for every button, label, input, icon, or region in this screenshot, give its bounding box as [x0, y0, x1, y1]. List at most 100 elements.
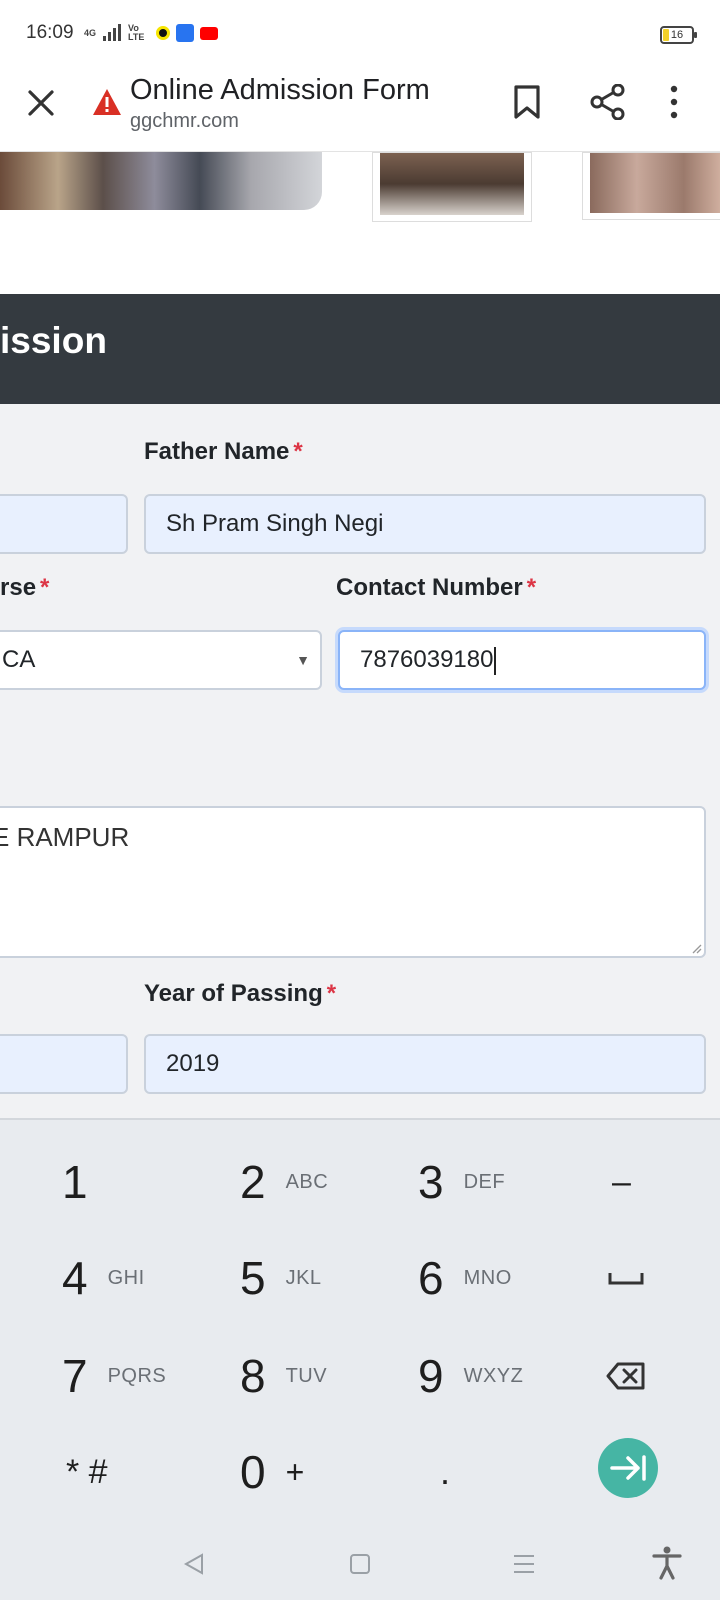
key-digit: 8 [240, 1350, 266, 1402]
key-period[interactable]: . [440, 1424, 450, 1520]
father-name-label: Father Name * [144, 438, 303, 466]
left-name-input[interactable] [0, 494, 128, 554]
portrait-photo [380, 153, 524, 215]
father-name-label-text: Father Name [144, 438, 290, 465]
contact-number-value: 7876039180 [360, 646, 494, 673]
key-space[interactable] [608, 1230, 644, 1326]
network-indicators: 4G Vo LTE [84, 23, 219, 42]
portrait-photo [590, 153, 720, 213]
group-photo [0, 152, 322, 210]
key-1[interactable]: 1 [62, 1134, 88, 1230]
portrait-photo-frame [372, 152, 532, 222]
numeric-keyboard: 1 2 ABC 3 DEF – 4 GHI 5 JKL 6 MNO 7 PQRS 8 TUV … [0, 1118, 720, 1528]
address-textarea[interactable]: E RAMPUR [0, 806, 706, 958]
address-value: E RAMPUR [0, 822, 130, 852]
key-letters: PQRS [107, 1364, 167, 1387]
status-time: 16:09 [26, 22, 74, 43]
year-of-passing-label-text: Year of Passing [144, 980, 323, 1007]
section-banner: ission [0, 294, 720, 404]
space-icon [608, 1273, 644, 1285]
key-digit: 4 [62, 1252, 88, 1304]
key-letters: MNO [463, 1266, 512, 1289]
year-of-passing-label: Year of Passing * [144, 980, 336, 1008]
left-partial-input[interactable] [0, 1034, 128, 1094]
key-digit: 3 [418, 1156, 444, 1208]
next-key[interactable] [598, 1438, 658, 1498]
warning-icon[interactable] [92, 88, 122, 116]
signal-icon [103, 24, 122, 41]
accessibility-icon[interactable] [652, 1546, 682, 1580]
youtube-app-icon [200, 26, 219, 40]
key-9[interactable]: 9 WXYZ [418, 1328, 523, 1424]
portrait-photo-frame [582, 152, 720, 220]
dash-symbol: – [612, 1162, 631, 1201]
key-0[interactable]: 0 + [240, 1424, 305, 1520]
key-3[interactable]: 3 DEF [418, 1134, 505, 1230]
key-digit: 0 [240, 1446, 266, 1498]
key-digit: 6 [418, 1252, 444, 1304]
key-letters: + [285, 1453, 305, 1490]
key-7[interactable]: 7 PQRS [62, 1328, 166, 1424]
required-mark: * [40, 574, 50, 601]
key-backspace[interactable] [606, 1328, 646, 1424]
home-nav-icon[interactable] [349, 1553, 371, 1575]
key-5[interactable]: 5 JKL [240, 1230, 322, 1326]
key-letters: TUV [285, 1364, 328, 1387]
volte-label: Vo LTE [128, 23, 145, 42]
required-mark: * [326, 980, 337, 1007]
browser-toolbar: Online Admission Form ggchmr.com [0, 70, 720, 152]
course-select[interactable]: CA ▼ [0, 630, 322, 690]
banner-heading: ission [0, 320, 107, 361]
year-of-passing-input[interactable]: 2019 [144, 1034, 706, 1094]
admission-form: Father Name * Sh Pram Singh Negi rse * CA … [0, 404, 720, 1118]
contact-number-label-text: Contact Number [336, 574, 523, 601]
course-value: CA [2, 646, 36, 673]
battery-level: 16 [670, 29, 684, 41]
snapchat-app-icon [156, 26, 171, 40]
screen: 16:09 4G Vo LTE 16 Online Admission Form… [0, 0, 720, 1600]
back-nav-icon[interactable] [182, 1552, 206, 1576]
father-name-value: Sh Pram Singh Negi [166, 510, 384, 537]
key-letters: WXYZ [463, 1364, 524, 1387]
recents-nav-icon[interactable] [512, 1553, 536, 1575]
key-digit: 7 [62, 1350, 88, 1402]
father-name-input[interactable]: Sh Pram Singh Negi [144, 494, 706, 554]
required-mark: * [526, 574, 537, 601]
key-6[interactable]: 6 MNO [418, 1230, 512, 1326]
navigation-bar [0, 1528, 720, 1600]
key-2[interactable]: 2 ABC [240, 1134, 328, 1230]
share-icon[interactable] [590, 84, 626, 120]
page-domain: ggchmr.com [130, 110, 239, 132]
backspace-icon [606, 1362, 645, 1390]
course-label: rse * [0, 574, 49, 602]
key-digit: 5 [240, 1252, 266, 1304]
course-label-text: rse [0, 574, 37, 601]
key-dash[interactable]: – [612, 1134, 631, 1230]
key-8[interactable]: 8 TUV [240, 1328, 327, 1424]
contact-number-input[interactable]: 7876039180 [338, 630, 706, 690]
status-bar: 16:09 4G Vo LTE 16 [0, 0, 720, 70]
key-letters: DEF [463, 1170, 506, 1193]
photo-strip [0, 152, 720, 292]
key-letters: JKL [285, 1266, 322, 1289]
key-digit: 1 [62, 1156, 88, 1208]
key-star-hash[interactable]: * # [66, 1424, 108, 1520]
year-of-passing-value: 2019 [166, 1050, 220, 1077]
close-icon[interactable] [24, 86, 58, 120]
resize-handle-icon[interactable] [690, 942, 702, 954]
key-digit: . [440, 1451, 451, 1492]
required-mark: * [293, 438, 303, 465]
flipkart-app-icon [176, 24, 195, 42]
network-4g-label: 4G [84, 28, 97, 38]
key-digit: 2 [240, 1156, 266, 1208]
dropdown-arrow-icon: ▼ [296, 652, 310, 668]
key-digit: * # [66, 1452, 108, 1491]
battery-icon: 16 [660, 26, 697, 44]
bookmark-icon[interactable] [512, 84, 542, 120]
key-digit: 9 [418, 1350, 444, 1402]
key-4[interactable]: 4 GHI [62, 1230, 145, 1326]
page-title: Online Admission Form [130, 74, 430, 106]
key-letters: ABC [285, 1170, 329, 1193]
more-options-icon[interactable] [668, 84, 680, 120]
text-cursor [494, 646, 497, 675]
